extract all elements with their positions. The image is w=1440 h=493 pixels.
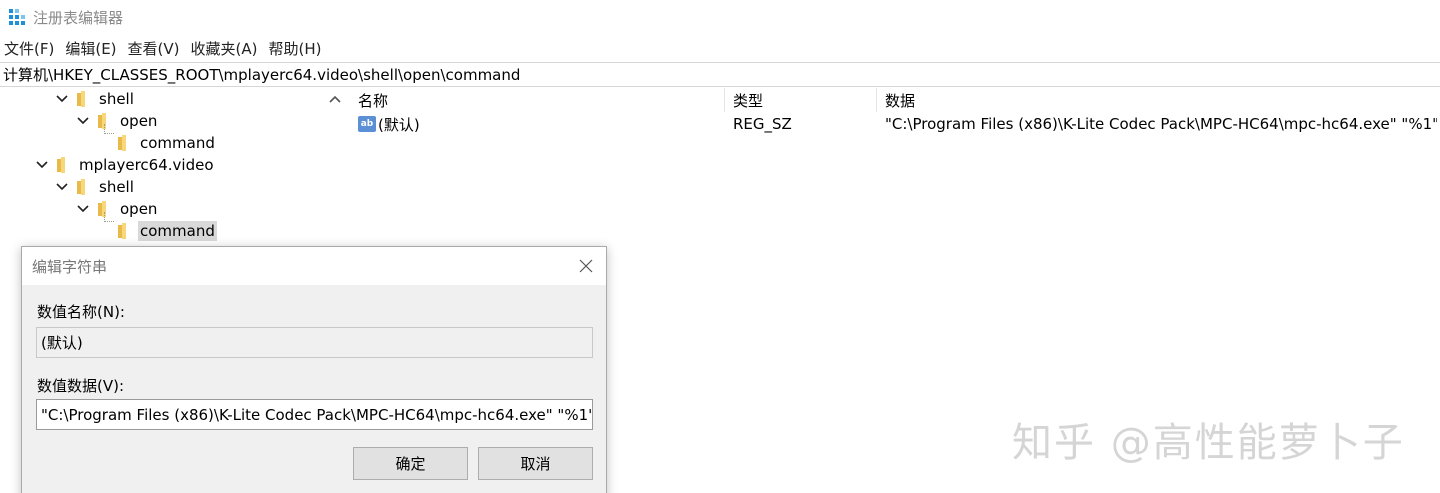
ok-button[interactable]: 确定 [353,447,468,480]
tree-item-label: shell [99,90,134,108]
menu-file[interactable]: 文件(F) [4,38,54,59]
value-type: REG_SZ [733,115,792,133]
tree-connector [104,124,114,134]
address-path[interactable]: 计算机\HKEY_CLASSES_ROOT\mplayerc64.video\s… [3,64,520,85]
menu-edit[interactable]: 编辑(E) [65,38,116,59]
window-titlebar: 注册表编辑器 [0,0,1440,34]
tree-item-open[interactable]: open [76,110,159,132]
regedit-icon [8,8,26,26]
chevron-down-icon[interactable] [55,92,69,106]
menu-bar: 文件(F) 编辑(E) 查看(V) 收藏夹(A) 帮助(H) [0,35,332,61]
tree-item-command[interactable]: command [116,132,217,154]
address-bar[interactable]: 计算机\HKEY_CLASSES_ROOT\mplayerc64.video\s… [0,62,1440,87]
chevron-down-icon[interactable] [35,158,49,172]
tree-item-label: open [120,112,158,130]
value-data: "C:\Program Files (x86)\K-Lite Codec Pac… [885,115,1437,133]
tree-item-command-selected[interactable]: command [116,220,217,242]
value-data-label: 数值数据(V): [37,377,125,395]
tree-item-label: command [138,221,217,241]
dialog-title: 编辑字符串 [32,257,108,276]
folder-icon [75,91,91,107]
window-title: 注册表编辑器 [33,8,124,27]
scroll-up-icon[interactable] [329,94,341,104]
tree-item-label: shell [99,178,134,196]
tree-item-shell[interactable]: shell [55,88,136,110]
value-name-cell: ab (默认) [350,114,725,135]
value-name-field: (默认) [36,327,593,358]
value-row[interactable]: ab (默认) REG_SZ "C:\Program Files (x86)\K… [350,113,1440,135]
value-name: (默认) [378,115,420,134]
column-header-type[interactable]: 类型 [725,88,877,112]
folder-icon [75,179,91,195]
menu-help[interactable]: 帮助(H) [268,38,321,59]
values-list-header: 名称 类型 数据 [350,88,1440,112]
folder-icon [55,157,71,173]
folder-icon [116,223,132,239]
cancel-button[interactable]: 取消 [478,447,593,480]
edit-string-dialog: 编辑字符串 数值名称(N): (默认) 数值数据(V): "C:\Program… [21,246,607,493]
value-name-label: 数值名称(N): [37,303,125,321]
string-value-icon: ab [358,116,376,132]
chevron-down-icon[interactable] [76,202,90,216]
folder-icon [116,135,132,151]
tree-connector [104,212,114,222]
menu-favorites[interactable]: 收藏夹(A) [191,38,258,59]
tree-item-shell[interactable]: shell [55,176,136,198]
value-data-input[interactable]: "C:\Program Files (x86)\K-Lite Codec Pac… [36,399,593,430]
dialog-titlebar[interactable]: 编辑字符串 [22,247,606,285]
close-icon[interactable] [576,256,596,276]
tree-item-label: mplayerc64.video [79,156,214,174]
column-header-name[interactable]: 名称 [350,88,725,112]
column-header-data[interactable]: 数据 [877,88,1437,112]
watermark: 知乎 @高性能萝卜子 [1012,420,1405,466]
tree-item-label: open [120,200,158,218]
chevron-down-icon[interactable] [76,114,90,128]
tree-item-label: command [140,134,215,152]
tree-item-open[interactable]: open [76,198,159,220]
tree-item-mplayerc64-video[interactable]: mplayerc64.video [35,154,216,176]
menu-view[interactable]: 查看(V) [128,38,180,59]
chevron-down-icon[interactable] [55,180,69,194]
